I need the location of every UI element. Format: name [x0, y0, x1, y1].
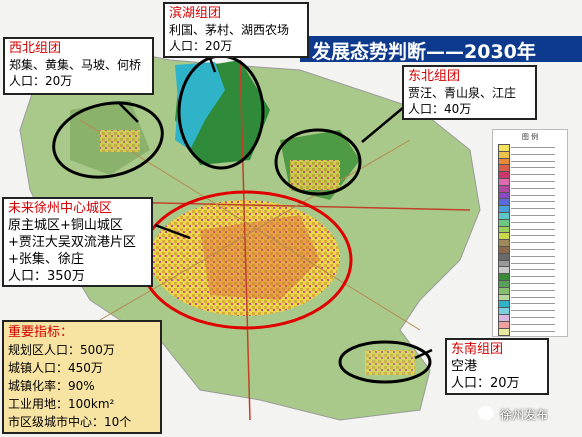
legend-panel: 图 例 [492, 129, 568, 337]
legend-item [498, 252, 564, 261]
legend-item [498, 198, 564, 207]
binhu-group-population: 人口：20万 [169, 39, 233, 53]
northeast-group-name: 东北组团 [408, 69, 461, 84]
northeast-group-box: 东北组团 贾汪、青山泉、江庄 人口：40万 [402, 65, 537, 120]
center-group-line-3: +张集、徐庄 [8, 252, 84, 267]
watermark-text: 徐州发布 [500, 408, 549, 422]
center-group-name: 未来徐州中心城区 [8, 201, 113, 216]
southeast-group-box: 东南组团 空港 人口：20万 [445, 338, 549, 395]
legend-label-line [511, 269, 555, 271]
northwest-group-places: 郑集、黄集、马坡、何桥 [9, 58, 142, 72]
legend-label-line [511, 215, 555, 216]
northeast-group-places: 贾汪、青山泉、江庄 [408, 86, 517, 100]
legend-label-line [511, 174, 555, 176]
legend-label-line [511, 323, 555, 325]
legend-label-line [511, 262, 555, 264]
legend-label-line [511, 194, 555, 196]
legend-label-line [511, 160, 555, 162]
legend-label-line [511, 235, 555, 237]
legend-label-line [511, 276, 555, 278]
legend-label-line [511, 208, 555, 210]
indicator-item: 工业用地：100km² [8, 397, 115, 411]
legend-label-line [511, 289, 555, 291]
legend-item [498, 150, 564, 159]
legend-item [498, 259, 564, 268]
center-group-box: 未来徐州中心城区 原主城区+铜山城区 +贾汪大吴双流港片区 +张集、徐庄 人口：… [2, 197, 153, 287]
legend-item [498, 178, 564, 186]
legend-item [498, 232, 564, 241]
legend-label-line [511, 310, 555, 312]
legend-label-line [511, 317, 555, 318]
indicator-item: 规划区人口：500万 [8, 343, 115, 357]
legend-item [498, 327, 564, 336]
legend-label-line [511, 330, 555, 332]
legend-label-line [511, 228, 555, 230]
watermark: 徐州发布 [470, 400, 580, 430]
legend-item [498, 246, 564, 254]
legend-label-line [511, 283, 555, 284]
legend-item [498, 184, 564, 193]
legend-item [498, 157, 564, 166]
legend-item [498, 293, 564, 302]
legend-label-line [511, 303, 555, 305]
center-group-line-2: +贾汪大吴双流港片区 [8, 235, 136, 250]
legend-item [498, 225, 564, 234]
binhu-group-places: 利国、茅村、湖西农场 [169, 23, 290, 37]
northwest-group-box: 西北组团 郑集、黄集、马坡、何桥 人口：20万 [3, 37, 154, 95]
legend-label-line [511, 242, 555, 244]
northeast-group-population: 人口：40万 [408, 102, 472, 116]
title-bar: 发展态势判断——2030年 [300, 36, 582, 63]
legend-label-line [511, 153, 555, 155]
legend-item [498, 307, 564, 316]
legend-item [498, 280, 564, 288]
indicators-heading: 重要指标： [8, 325, 74, 340]
legend-item [498, 286, 564, 295]
southeast-group-name: 东南组团 [451, 342, 504, 357]
legend-label-line [511, 221, 555, 223]
legend-item [498, 320, 564, 329]
center-group-line-1: 原主城区+铜山城区 [8, 218, 123, 233]
legend-item [498, 266, 564, 275]
legend-label-line [511, 147, 555, 148]
legend-item [498, 212, 564, 220]
indicators-box: 重要指标： 规划区人口：500万 城镇人口：450万 城镇化率：90% 工业用地… [2, 320, 162, 434]
northwest-group-name: 西北组团 [9, 41, 62, 56]
southeast-group-places: 空港 [451, 359, 478, 374]
legend-item [498, 144, 564, 152]
legend-title: 图 例 [521, 133, 539, 141]
legend-label-line [511, 296, 555, 298]
binhu-group-box: 滨湖组团 利国、茅村、湖西农场 人口：20万 [163, 2, 309, 58]
legend-item [498, 205, 564, 214]
legend-item [498, 300, 564, 309]
legend-swatch [498, 327, 510, 336]
legend-label-line [511, 255, 555, 257]
wechat-icon [478, 406, 494, 420]
legend-label-line [511, 201, 555, 203]
page-title: 发展态势判断——2030年 [312, 41, 536, 63]
legend-item [498, 171, 564, 180]
legend-item [498, 191, 564, 200]
legend-label-line [511, 249, 555, 250]
southeast-group-population: 人口：20万 [451, 376, 520, 391]
legend-label-line [511, 181, 555, 182]
legend-item [498, 273, 564, 282]
center-group-population: 人口：350万 [8, 269, 85, 284]
binhu-group-name: 滨湖组团 [169, 6, 222, 21]
indicator-item: 城镇人口：450万 [8, 361, 103, 375]
legend-item [498, 218, 564, 227]
indicator-item: 市区级城市中心：10个 [8, 415, 132, 429]
legend-item [498, 314, 564, 322]
indicator-item: 城镇化率：90% [8, 379, 95, 393]
legend-item [498, 164, 564, 173]
northwest-group-population: 人口：20万 [9, 74, 73, 88]
legend-label-line [511, 187, 555, 189]
legend-label-line [511, 167, 555, 169]
legend-item [498, 239, 564, 248]
